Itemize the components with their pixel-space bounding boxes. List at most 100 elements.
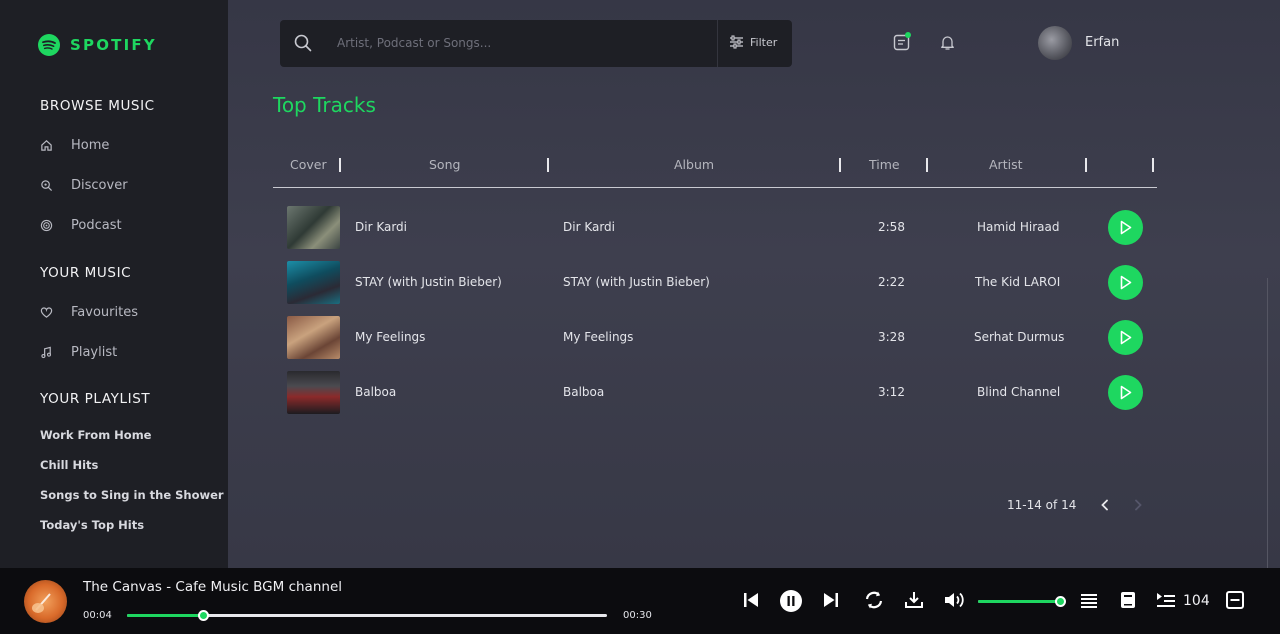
album-cover <box>287 206 340 249</box>
menu-lines-icon[interactable] <box>1081 592 1097 608</box>
sidebar-item-podcast[interactable]: Podcast <box>40 218 122 233</box>
table-row[interactable]: STAY (with Justin Bieber) STAY (with Jus… <box>273 261 1157 316</box>
artist-name[interactable]: Hamid Hiraad <box>977 220 1059 234</box>
your-music-heading: YOUR MUSIC <box>40 265 132 281</box>
your-playlist-heading: YOUR PLAYLIST <box>40 391 151 407</box>
play-icon <box>1120 275 1132 290</box>
search-bar: Artist, Podcast or Songs... Filter <box>280 20 792 67</box>
queue-icon[interactable] <box>1156 592 1176 608</box>
column-separator[interactable] <box>1152 158 1154 172</box>
track-time: 2:22 <box>878 275 905 289</box>
album-name[interactable]: Dir Kardi <box>563 220 615 234</box>
progress-slider[interactable] <box>127 610 607 621</box>
column-time[interactable]: Time <box>869 157 900 172</box>
playlist-item-work-from-home[interactable]: Work From Home <box>40 428 152 442</box>
column-cover: Cover <box>290 157 327 172</box>
sidebar-item-playlist[interactable]: Playlist <box>40 345 117 360</box>
column-separator[interactable] <box>839 158 841 172</box>
current-time: 00:04 <box>83 610 112 621</box>
guitar-art-icon <box>32 593 51 613</box>
song-title[interactable]: STAY (with Justin Bieber) <box>355 275 502 289</box>
volume-handle[interactable] <box>1055 596 1066 607</box>
skip-previous-icon[interactable] <box>741 590 761 610</box>
column-artist[interactable]: Artist <box>989 157 1022 172</box>
spotify-logo-icon <box>38 34 60 56</box>
table-row[interactable]: Balboa Balboa 3:12 Blind Channel <box>273 371 1157 426</box>
filter-button[interactable]: Filter <box>729 35 777 49</box>
volume-fill <box>978 600 1061 603</box>
song-title[interactable]: Dir Kardi <box>355 220 407 234</box>
track-time: 3:12 <box>878 385 905 399</box>
brand-name: SPOTIFY <box>70 36 157 54</box>
column-separator[interactable] <box>926 158 928 172</box>
album-cover <box>287 371 340 414</box>
album-name[interactable]: My Feelings <box>563 330 633 344</box>
play-icon <box>1120 330 1132 345</box>
search-divider <box>717 20 718 67</box>
artist-name[interactable]: The Kid LAROI <box>975 275 1060 289</box>
track-time: 2:58 <box>878 220 905 234</box>
sidebar-item-label: Home <box>71 138 110 153</box>
page-title: Top Tracks <box>273 93 376 117</box>
song-title[interactable]: My Feelings <box>355 330 425 344</box>
column-song[interactable]: Song <box>429 157 460 172</box>
bell-icon[interactable] <box>939 34 956 51</box>
play-button[interactable] <box>1108 210 1143 245</box>
play-icon <box>1120 385 1132 400</box>
album-name[interactable]: STAY (with Justin Bieber) <box>563 275 710 289</box>
now-playing-cover[interactable] <box>24 580 67 623</box>
sliders-icon <box>730 35 743 49</box>
column-separator[interactable] <box>547 158 549 172</box>
play-button[interactable] <box>1108 265 1143 300</box>
volume-slider[interactable] <box>978 596 1066 607</box>
track-time: 3:28 <box>878 330 905 344</box>
play-icon <box>1120 220 1132 235</box>
filter-label: Filter <box>750 35 778 49</box>
song-title[interactable]: Balboa <box>355 385 396 399</box>
brand[interactable]: SPOTIFY <box>38 34 157 56</box>
home-icon <box>41 140 52 151</box>
scrollbar[interactable] <box>1267 278 1273 568</box>
table-row[interactable]: My Feelings My Feelings 3:28 Serhat Durm… <box>273 316 1157 371</box>
sidebar-item-favourites[interactable]: Favourites <box>40 305 138 320</box>
playlist-item-songs-to-sing[interactable]: Songs to Sing in the Shower <box>40 488 224 502</box>
search-input[interactable]: Artist, Podcast or Songs... <box>337 36 491 50</box>
heart-icon <box>40 307 53 318</box>
playlist-item-todays-top-hits[interactable]: Today's Top Hits <box>40 518 144 532</box>
play-button[interactable] <box>1108 320 1143 355</box>
podcast-icon <box>40 219 53 232</box>
now-playing-title[interactable]: The Canvas - Cafe Music BGM channel <box>83 579 342 595</box>
sidebar-item-discover[interactable]: Discover <box>40 178 128 193</box>
skip-next-icon[interactable] <box>821 590 841 610</box>
user-name[interactable]: Erfan <box>1085 35 1119 50</box>
sidebar-item-home[interactable]: Home <box>40 138 109 153</box>
music-note-icon <box>41 346 52 359</box>
album-cover <box>287 316 340 359</box>
chevron-left-icon[interactable] <box>1099 499 1111 511</box>
table-header: Cover Song Album Time Artist <box>273 150 1157 188</box>
minimize-icon[interactable] <box>1226 591 1244 609</box>
playlist-item-chill-hits[interactable]: Chill Hits <box>40 458 98 472</box>
column-separator[interactable] <box>1085 158 1087 172</box>
browse-music-heading: BROWSE MUSIC <box>40 98 155 114</box>
repeat-icon[interactable] <box>863 590 885 610</box>
pause-icon[interactable] <box>779 589 803 613</box>
column-separator[interactable] <box>339 158 341 172</box>
artist-name[interactable]: Serhat Durmus <box>974 330 1064 344</box>
volume-icon[interactable] <box>943 590 967 610</box>
discover-icon <box>41 180 53 192</box>
progress-fill <box>127 614 204 617</box>
progress-handle[interactable] <box>197 610 209 621</box>
avatar[interactable] <box>1038 26 1072 60</box>
lyrics-icon[interactable] <box>1120 591 1136 609</box>
sidebar-item-label: Discover <box>71 178 128 193</box>
duration: 00:30 <box>623 610 652 621</box>
play-button[interactable] <box>1108 375 1143 410</box>
download-icon[interactable] <box>904 590 924 610</box>
column-album[interactable]: Album <box>674 157 714 172</box>
search-icon[interactable] <box>294 34 312 52</box>
table-row[interactable]: Dir Kardi Dir Kardi 2:58 Hamid Hiraad <box>273 206 1157 261</box>
artist-name[interactable]: Blind Channel <box>977 385 1060 399</box>
pagination-label: 11-14 of 14 <box>1007 498 1077 512</box>
album-name[interactable]: Balboa <box>563 385 604 399</box>
